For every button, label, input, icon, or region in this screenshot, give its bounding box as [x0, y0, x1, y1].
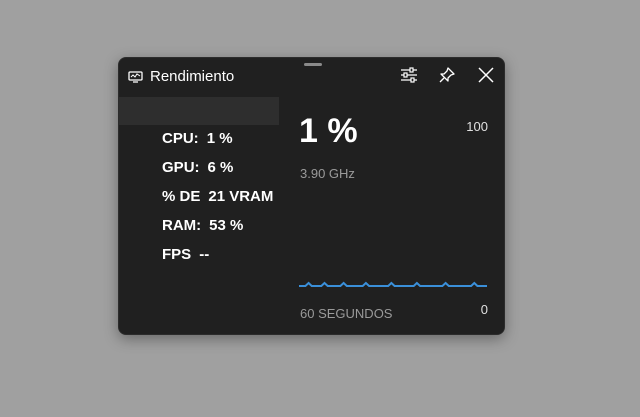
metric-cpu[interactable]: CPU: 1 % [119, 97, 279, 147]
metrics-list: CPU: 1 % GPU: 6 % % DE 21 VRAM RAM: 53 % FPS… [119, 97, 279, 334]
metric-fps[interactable]: FPS -- [119, 213, 279, 263]
metric-vram[interactable]: % DE 21 VRAM [119, 155, 279, 205]
sliders-icon [400, 66, 418, 88]
title-bar: Rendimiento [119, 58, 504, 96]
clock-frequency: 3.90 GHz [300, 166, 355, 181]
graph-period-label: 60 SEGUNDOS [300, 306, 393, 321]
settings-button[interactable] [398, 66, 420, 88]
monitor-icon [128, 70, 143, 83]
pin-icon [438, 66, 456, 89]
metric-ram[interactable]: RAM: 53 % [119, 184, 279, 234]
pin-button[interactable] [436, 66, 458, 88]
close-icon [477, 66, 495, 89]
detail-panel: 1 % 3.90 GHz 100 60 SEGUNDOS 0 [279, 97, 504, 334]
graph-min-label: 0 [480, 302, 488, 317]
metric-gpu[interactable]: GPU: 6 % [119, 126, 279, 176]
metric-label: FPS [162, 246, 192, 263]
usage-series-line [299, 281, 487, 287]
metric-value: -- [199, 246, 210, 263]
close-button[interactable] [475, 66, 497, 88]
performance-widget: Rendimiento CPU: 1 % GPU: 6 % % DE 21 VR… [118, 57, 505, 335]
usage-graph [299, 281, 487, 287]
graph-max-label: 100 [466, 119, 488, 134]
current-usage-value: 1 % [299, 112, 358, 150]
widget-title: Rendimiento [150, 68, 235, 85]
